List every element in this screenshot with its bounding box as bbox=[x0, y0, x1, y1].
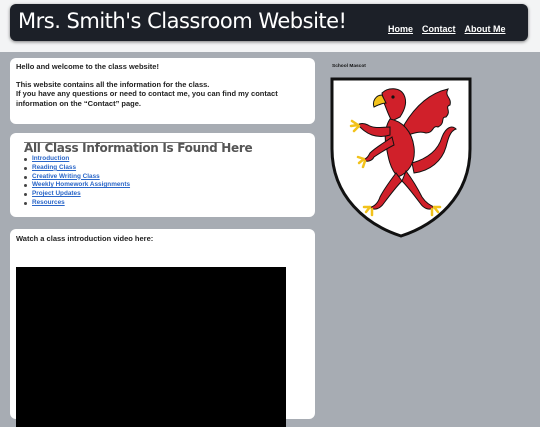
list-item: Introduction bbox=[24, 155, 130, 164]
top-bar: Mrs. Smith's Classroom Website! Home Cont… bbox=[0, 0, 540, 52]
welcome-text: Hello and welcome to the class website! … bbox=[16, 62, 308, 108]
site-header: Mrs. Smith's Classroom Website! Home Cont… bbox=[10, 4, 528, 41]
bullet-icon bbox=[24, 158, 27, 161]
main-nav: Home Contact About Me bbox=[388, 19, 515, 37]
list-item: Weekly Homework Assignments bbox=[24, 181, 130, 190]
list-item: Project Updates bbox=[24, 190, 130, 199]
reading-class-link[interactable]: Reading Class bbox=[32, 164, 76, 171]
class-links-list: Introduction Reading Class Creative Writ… bbox=[24, 155, 130, 208]
bullet-icon bbox=[24, 201, 27, 205]
introduction-link[interactable]: Introduction bbox=[32, 155, 69, 162]
welcome-panel: Hello and welcome to the class website! … bbox=[10, 58, 315, 124]
resources-link[interactable]: Resources bbox=[32, 199, 65, 206]
nav-contact-link[interactable]: Contact bbox=[422, 24, 456, 34]
nav-about-me-link[interactable]: About Me bbox=[465, 24, 506, 34]
bullet-icon bbox=[24, 184, 27, 188]
nav-home-link[interactable]: Home bbox=[388, 24, 413, 34]
list-item: Creative Writing Class bbox=[24, 173, 130, 182]
list-item: Reading Class bbox=[24, 164, 130, 173]
griffin-crest-icon bbox=[330, 77, 472, 238]
video-panel: Watch a class introduction video here: bbox=[10, 229, 315, 427]
video-caption: Watch a class introduction video here: bbox=[16, 234, 154, 243]
mascot-label: School Mascot bbox=[332, 64, 366, 69]
bullet-icon bbox=[24, 193, 27, 197]
list-item: Resources bbox=[24, 199, 130, 208]
project-updates-link[interactable]: Project Updates bbox=[32, 190, 81, 197]
class-info-panel: All Class Information Is Found Here Intr… bbox=[10, 133, 315, 217]
weekly-homework-link[interactable]: Weekly Homework Assignments bbox=[32, 181, 130, 188]
bullet-icon bbox=[24, 175, 27, 179]
video-player[interactable] bbox=[16, 267, 286, 427]
creative-writing-class-link[interactable]: Creative Writing Class bbox=[32, 173, 100, 180]
welcome-greeting: Hello and welcome to the class website! bbox=[16, 62, 159, 71]
class-info-heading: All Class Information Is Found Here bbox=[24, 141, 253, 155]
welcome-description: This website contains all the informatio… bbox=[16, 80, 210, 90]
welcome-contact-note: If you have any questions or need to con… bbox=[16, 89, 278, 108]
site-title: Mrs. Smith's Classroom Website! bbox=[18, 9, 347, 33]
bullet-icon bbox=[24, 166, 27, 170]
